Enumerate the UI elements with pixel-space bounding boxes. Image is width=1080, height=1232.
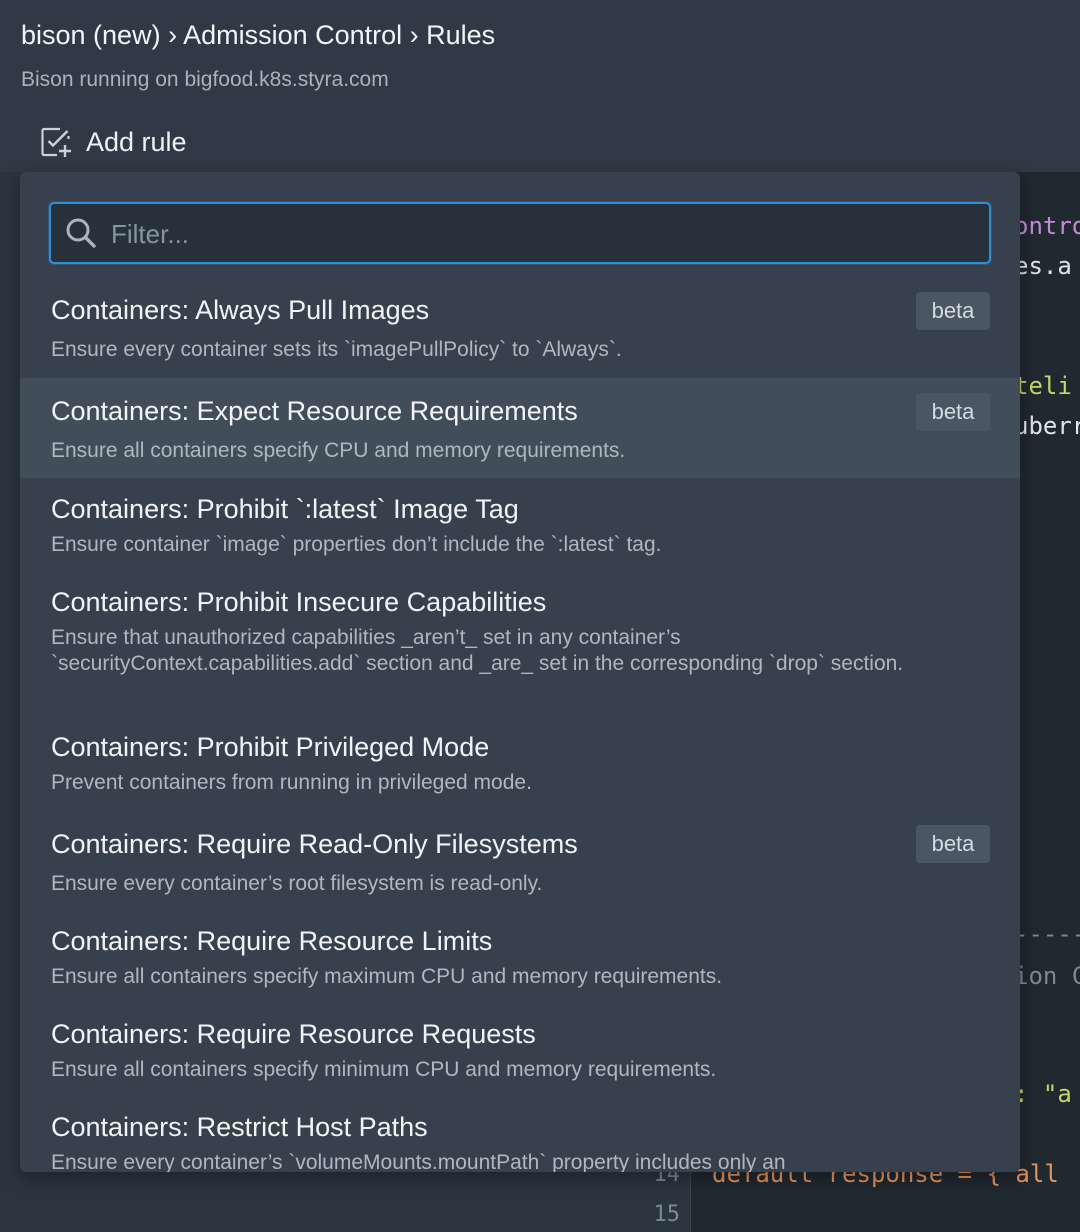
page-subtitle: Bison running on bigfood.k8s.styra.com	[21, 68, 389, 91]
code-fragment: uberr	[1014, 412, 1080, 440]
rule-option-title: Containers: Prohibit Insecure Capabiliti…	[51, 587, 547, 617]
code-fragment: : "a	[1014, 1080, 1072, 1108]
code-fragment: ontro	[1014, 212, 1080, 240]
rule-option-require-read-only-filesystems[interactable]: Containers: Require Read-Only Filesystem…	[20, 813, 1020, 910]
rule-option-title: Containers: Require Read-Only Filesystem…	[51, 829, 578, 859]
page-header: bison (new) › Admission Control › Rules …	[0, 0, 1080, 172]
rule-option-description: Ensure all containers specify maximum CP…	[51, 965, 723, 988]
rule-option-description: Ensure container `image` properties don’…	[51, 533, 662, 556]
rule-option-description: Ensure every container’s root filesystem…	[51, 872, 543, 895]
rule-option-title: Containers: Always Pull Images	[51, 295, 430, 325]
line-number: 15	[653, 1202, 681, 1227]
add-checkbox-icon	[41, 127, 71, 157]
rule-option-prohibit-latest-tag[interactable]: Containers: Prohibit `:latest` Image Tag…	[20, 478, 1020, 571]
rule-option-title: Containers: Expect Resource Requirements	[51, 396, 578, 426]
rule-option-require-resource-requests[interactable]: Containers: Require Resource Requests En…	[20, 1003, 1020, 1096]
code-fragment: -----	[1014, 920, 1080, 948]
beta-badge: beta	[916, 825, 990, 863]
filter-field[interactable]	[49, 202, 991, 264]
beta-badge: beta	[916, 292, 990, 330]
add-rule-dropdown: Containers: Always Pull Images Ensure ev…	[20, 172, 1020, 1172]
rule-option-description: Ensure that unauthorized capabilities _a…	[51, 626, 904, 675]
search-icon	[66, 218, 96, 248]
rule-option-title: Containers: Require Resource Limits	[51, 926, 493, 956]
rule-option-require-resource-limits[interactable]: Containers: Require Resource Limits Ensu…	[20, 910, 1020, 1003]
rule-option-description: Ensure every container sets its `imagePu…	[51, 338, 622, 361]
add-rule-button[interactable]: Add rule	[40, 124, 187, 160]
code-fragment: teli	[1014, 372, 1072, 400]
code-fragment: es.a	[1014, 252, 1072, 280]
rule-option-always-pull-images[interactable]: Containers: Always Pull Images Ensure ev…	[20, 278, 1020, 378]
rule-option-restrict-host-paths[interactable]: Containers: Restrict Host Paths Ensure e…	[20, 1096, 1020, 1172]
code-fragment: ion C	[1014, 962, 1080, 990]
rule-option-description: Prevent containers from running in privi…	[51, 771, 532, 794]
add-rule-label: Add rule	[86, 126, 187, 157]
rule-option-title: Containers: Prohibit Privileged Mode	[51, 732, 490, 762]
rule-option-title: Containers: Restrict Host Paths	[51, 1112, 428, 1142]
rule-option-prohibit-privileged-mode[interactable]: Containers: Prohibit Privileged Mode Pre…	[20, 716, 1020, 813]
rule-option-description: Ensure all containers specify minimum CP…	[51, 1058, 717, 1081]
filter-input[interactable]	[109, 204, 973, 264]
rule-option-description: Ensure all containers specify CPU and me…	[51, 439, 626, 462]
rule-option-description: Ensure every container’s `volumeMounts.m…	[51, 1151, 786, 1172]
breadcrumb: bison (new) › Admission Control › Rules	[21, 20, 496, 50]
rule-option-prohibit-insecure-capabilities[interactable]: Containers: Prohibit Insecure Capabiliti…	[20, 571, 1020, 716]
rule-option-expect-resource-requirements[interactable]: Containers: Expect Resource Requirements…	[20, 378, 1020, 478]
beta-badge: beta	[916, 393, 990, 431]
rule-option-title: Containers: Prohibit `:latest` Image Tag	[51, 494, 519, 524]
rule-option-title: Containers: Require Resource Requests	[51, 1019, 536, 1049]
